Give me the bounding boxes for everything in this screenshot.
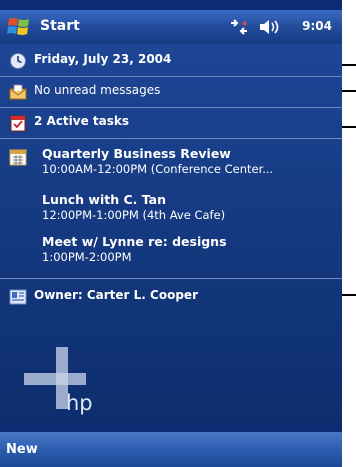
appointment-details: 12:00PM-1:00PM (4th Ave Cafe) <box>42 208 226 222</box>
new-button[interactable]: New <box>6 442 38 457</box>
divider <box>0 278 342 279</box>
appointment-title: Lunch with C. Tan <box>42 192 167 207</box>
callout-line <box>342 294 356 296</box>
appointment-item[interactable]: Lunch with C. Tan 12:00PM-1:00PM (4th Av… <box>42 192 225 222</box>
appointment-title: Meet w/ Lynne re: designs <box>42 234 227 249</box>
pocket-pc-screen: Start 9:04 Friday, July 23, 2004 No unre… <box>0 0 342 467</box>
connectivity-icon[interactable] <box>228 18 250 36</box>
tasks-label: 2 Active tasks <box>34 114 130 128</box>
appointment-details: 1:00PM-2:00PM <box>42 250 132 264</box>
appointment-item[interactable]: Quarterly Business Review 10:00AM-12:00P… <box>42 146 273 176</box>
clock-icon <box>10 53 26 69</box>
start-label[interactable]: Start <box>40 18 80 34</box>
owner-card-icon <box>9 289 27 305</box>
messages-label: No unread messages <box>34 83 161 97</box>
messages-row[interactable]: No unread messages <box>0 77 342 107</box>
inbox-envelope-icon <box>9 84 27 100</box>
hp-brand-text: hp <box>66 391 93 415</box>
today-screen: Friday, July 23, 2004 No unread messages… <box>0 44 342 424</box>
tasks-row[interactable]: 2 Active tasks <box>0 108 342 138</box>
navigation-bar[interactable]: Start 9:04 <box>0 10 342 44</box>
windows-flag-icon[interactable] <box>6 14 32 40</box>
owner-label: Owner: Carter L. Cooper <box>34 288 198 302</box>
callout-line <box>342 64 356 66</box>
date-label: Friday, July 23, 2004 <box>34 52 172 66</box>
clock-time[interactable]: 9:04 <box>302 19 332 33</box>
date-row[interactable]: Friday, July 23, 2004 <box>0 46 342 76</box>
appointment-title: Quarterly Business Review <box>42 146 231 161</box>
menu-bar: New <box>0 432 342 467</box>
divider <box>0 138 342 139</box>
appointment-details: 10:00AM-12:00PM (Conference Center... <box>42 162 274 176</box>
appointment-item[interactable]: Meet w/ Lynne re: designs 1:00PM-2:00PM <box>42 234 227 264</box>
callout-line <box>342 90 356 92</box>
tasks-clipboard-icon <box>10 115 26 132</box>
speaker-icon[interactable] <box>258 18 284 36</box>
calendar-icon[interactable] <box>9 148 27 166</box>
owner-row[interactable]: Owner: Carter L. Cooper <box>0 282 342 312</box>
callout-line <box>342 126 356 128</box>
